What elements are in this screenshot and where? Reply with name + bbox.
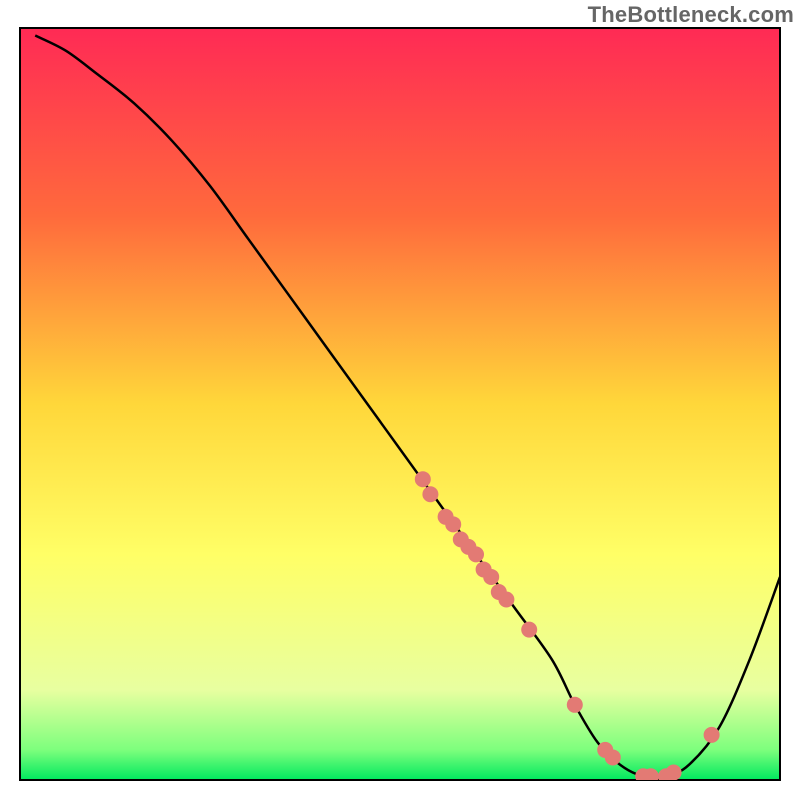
scatter-point	[643, 768, 659, 784]
watermark-text: TheBottleneck.com	[588, 2, 794, 28]
scatter-point	[498, 592, 514, 608]
scatter-point	[483, 569, 499, 585]
scatter-point	[704, 727, 720, 743]
scatter-point	[445, 516, 461, 532]
chart-container: TheBottleneck.com	[0, 0, 800, 800]
scatter-point	[468, 546, 484, 562]
scatter-point	[415, 471, 431, 487]
scatter-point	[605, 749, 621, 765]
plot-background	[20, 28, 780, 780]
scatter-point	[567, 697, 583, 713]
scatter-point	[666, 764, 682, 780]
scatter-point	[521, 622, 537, 638]
scatter-point	[422, 486, 438, 502]
bottleneck-chart	[0, 0, 800, 800]
